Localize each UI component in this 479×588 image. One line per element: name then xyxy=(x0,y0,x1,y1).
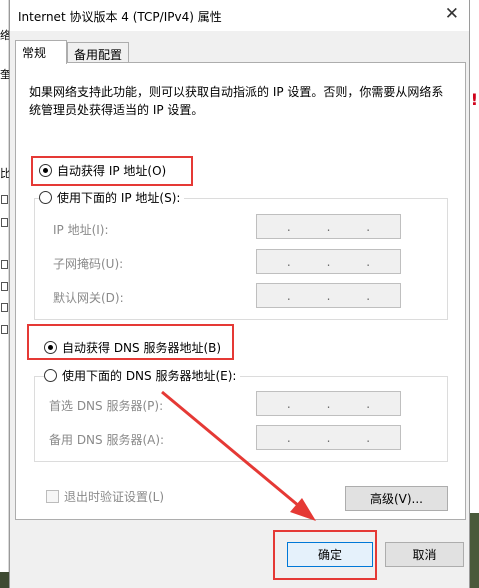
background-window-left: 络 奎 比 xyxy=(0,0,11,588)
preferred-dns-input[interactable]: ... xyxy=(256,391,401,416)
validate-on-exit-checkbox[interactable]: 退出时验证设置(L) xyxy=(46,488,164,505)
background-checkbox xyxy=(1,282,8,291)
manual-dns-radio[interactable]: 使用下面的 DNS 服务器地址(E): xyxy=(44,367,241,384)
background-checkbox xyxy=(1,325,8,334)
highlight-box-auto-ip xyxy=(31,156,193,186)
background-checkbox xyxy=(1,260,8,269)
background-warning-mark: ! xyxy=(470,90,478,109)
advanced-button[interactable]: 高级(V)... xyxy=(345,486,448,511)
cancel-button[interactable]: 取消 xyxy=(385,542,464,567)
checkbox-box xyxy=(46,490,59,503)
validate-on-exit-label: 退出时验证设置(L) xyxy=(64,490,165,504)
background-photo xyxy=(0,572,9,588)
ip-address-input[interactable]: ... xyxy=(256,214,401,239)
subnet-mask-input[interactable]: ... xyxy=(256,249,401,274)
default-gateway-label: 默认网关(D): xyxy=(53,291,124,305)
radio-dot-icon xyxy=(39,191,52,204)
highlight-box-ok xyxy=(273,530,377,580)
alternate-dns-label: 备用 DNS 服务器(A): xyxy=(49,433,165,447)
manual-ip-radio[interactable]: 使用下面的 IP 地址(S): xyxy=(39,189,185,206)
tab-alternate-configuration[interactable]: 备用配置 xyxy=(67,42,129,62)
default-gateway-input[interactable]: ... xyxy=(256,283,401,308)
general-tab-panel: 如果网络支持此功能，则可以获取自动指派的 IP 设置。否则，你需要从网络系统管理… xyxy=(15,62,466,520)
highlight-box-auto-dns xyxy=(27,324,234,360)
preferred-dns-label: 首选 DNS 服务器(P): xyxy=(49,399,164,413)
alternate-dns-input[interactable]: ... xyxy=(256,425,401,450)
ip-address-label: IP 地址(I): xyxy=(53,223,109,237)
tab-general[interactable]: 常规 xyxy=(15,40,67,64)
title-bar[interactable]: Internet 协议版本 4 (TCP/IPv4) 属性 ✕ xyxy=(10,0,469,31)
radio-dot-icon xyxy=(44,369,57,382)
window-title: Internet 协议版本 4 (TCP/IPv4) 属性 xyxy=(18,10,222,24)
subnet-mask-label: 子网掩码(U): xyxy=(53,257,124,271)
background-checkbox xyxy=(1,303,8,312)
close-icon[interactable]: ✕ xyxy=(445,4,459,24)
manual-ip-label: 使用下面的 IP 地址(S): xyxy=(57,191,181,205)
ipv4-properties-dialog: Internet 协议版本 4 (TCP/IPv4) 属性 ✕ 常规 备用配置 … xyxy=(9,0,470,588)
background-checkbox xyxy=(1,195,8,204)
background-checkbox xyxy=(1,218,8,227)
background-window-right: ! xyxy=(465,0,479,588)
description-text: 如果网络支持此功能，则可以获取自动指派的 IP 设置。否则，你需要从网络系统管理… xyxy=(29,85,444,117)
manual-dns-label: 使用下面的 DNS 服务器地址(E): xyxy=(62,369,237,383)
